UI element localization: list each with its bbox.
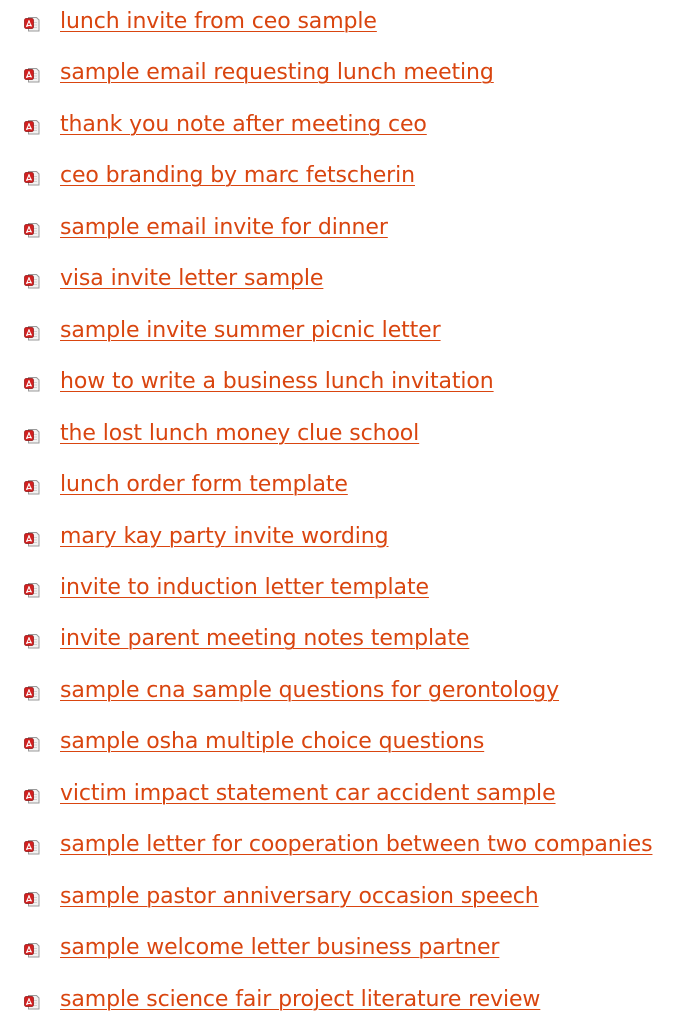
list-item: thank you note after meeting ceo	[0, 103, 696, 155]
list-item: mary kay party invite wording	[0, 515, 696, 567]
pdf-file-icon[interactable]	[24, 633, 40, 649]
pdf-link[interactable]: sample email invite for dinner	[60, 213, 388, 243]
pdf-link[interactable]: thank you note after meeting ceo	[60, 110, 427, 140]
pdf-file-icon[interactable]	[24, 891, 40, 907]
pdf-file-icon[interactable]	[24, 685, 40, 701]
list-item: lunch order form template	[0, 463, 696, 515]
list-item: invite parent meeting notes template	[0, 617, 696, 669]
list-item: the lost lunch money clue school	[0, 412, 696, 464]
pdf-file-icon[interactable]	[24, 479, 40, 495]
pdf-file-icon[interactable]	[24, 582, 40, 598]
pdf-file-icon[interactable]	[24, 325, 40, 341]
list-item: visa invite letter sample	[0, 257, 696, 309]
list-item: sample invite summer picnic letter	[0, 309, 696, 361]
pdf-link[interactable]: sample cna sample questions for gerontol…	[60, 676, 559, 706]
pdf-file-icon[interactable]	[24, 736, 40, 752]
pdf-file-icon[interactable]	[24, 170, 40, 186]
pdf-file-icon[interactable]	[24, 942, 40, 958]
list-item: ceo branding by marc fetscherin	[0, 154, 696, 206]
pdf-link[interactable]: victim impact statement car accident sam…	[60, 779, 556, 809]
pdf-file-icon[interactable]	[24, 531, 40, 547]
pdf-link[interactable]: mary kay party invite wording	[60, 522, 389, 552]
pdf-link[interactable]: ceo branding by marc fetscherin	[60, 161, 415, 191]
list-item: sample welcome letter business partner	[0, 926, 696, 978]
list-item: how to write a business lunch invitation	[0, 360, 696, 412]
pdf-link[interactable]: sample welcome letter business partner	[60, 933, 499, 963]
list-item: sample email invite for dinner	[0, 206, 696, 258]
list-item: sample cna sample questions for gerontol…	[0, 669, 696, 721]
pdf-file-icon[interactable]	[24, 428, 40, 444]
pdf-link[interactable]: sample science fair project literature r…	[60, 985, 540, 1015]
pdf-link[interactable]: lunch invite from ceo sample	[60, 7, 377, 37]
list-item: sample pastor anniversary occasion speec…	[0, 875, 696, 927]
pdf-file-icon[interactable]	[24, 376, 40, 392]
pdf-link[interactable]: invite parent meeting notes template	[60, 624, 469, 654]
pdf-file-icon[interactable]	[24, 994, 40, 1010]
pdf-file-icon[interactable]	[24, 222, 40, 238]
list-item: sample osha multiple choice questions	[0, 720, 696, 772]
pdf-link[interactable]: sample osha multiple choice questions	[60, 727, 484, 757]
pdf-link[interactable]: sample invite summer picnic letter	[60, 316, 441, 346]
pdf-file-icon[interactable]	[24, 16, 40, 32]
pdf-link[interactable]: the lost lunch money clue school	[60, 419, 419, 449]
pdf-file-icon[interactable]	[24, 273, 40, 289]
pdf-file-icon[interactable]	[24, 67, 40, 83]
list-item: sample email requesting lunch meeting	[0, 51, 696, 103]
list-item: sample letter for cooperation between tw…	[0, 823, 696, 875]
pdf-link[interactable]: invite to induction letter template	[60, 573, 429, 603]
pdf-link[interactable]: sample letter for cooperation between tw…	[60, 830, 653, 860]
pdf-link[interactable]: visa invite letter sample	[60, 264, 323, 294]
pdf-link[interactable]: how to write a business lunch invitation	[60, 367, 494, 397]
pdf-link[interactable]: sample email requesting lunch meeting	[60, 58, 494, 88]
list-item: sample science fair project literature r…	[0, 978, 696, 1030]
pdf-file-icon[interactable]	[24, 839, 40, 855]
pdf-file-icon[interactable]	[24, 119, 40, 135]
list-item: lunch invite from ceo sample	[0, 0, 696, 52]
list-item: victim impact statement car accident sam…	[0, 772, 696, 824]
pdf-file-icon[interactable]	[24, 788, 40, 804]
pdf-link[interactable]: lunch order form template	[60, 470, 348, 500]
pdf-link[interactable]: sample pastor anniversary occasion speec…	[60, 882, 539, 912]
list-item: invite to induction letter template	[0, 566, 696, 618]
